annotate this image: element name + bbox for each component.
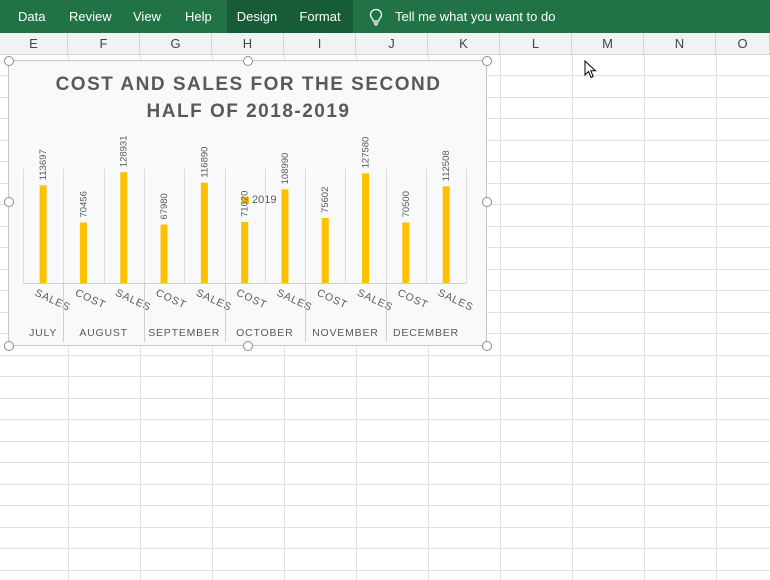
ribbon-tab-bar: Data Review View Help Design Format Tell…: [0, 0, 770, 33]
column-header-o[interactable]: O: [716, 33, 770, 54]
resize-handle-bottom-right[interactable]: [482, 341, 492, 351]
bar[interactable]: [39, 185, 47, 283]
resize-handle-top[interactable]: [243, 56, 253, 66]
bar[interactable]: [442, 186, 450, 283]
category-tick-label: COST: [154, 287, 188, 312]
category-tick-label: COST: [73, 287, 107, 312]
tab-review[interactable]: Review: [69, 0, 112, 33]
resize-handle-bottom[interactable]: [243, 341, 253, 351]
bar[interactable]: [281, 189, 289, 283]
category-tick-label: COST: [315, 287, 349, 312]
data-label: 75602: [320, 187, 331, 213]
resize-handle-top-left[interactable]: [4, 56, 14, 66]
tab-data[interactable]: Data: [18, 0, 45, 33]
data-label: 116890: [199, 147, 210, 178]
column-header-h[interactable]: H: [212, 33, 284, 54]
bar[interactable]: [160, 224, 168, 283]
group-axis-label: NOVEMBER: [312, 327, 379, 339]
data-label: 70456: [78, 191, 89, 217]
category-tick-label: SALES: [33, 287, 72, 314]
resize-handle-top-right[interactable]: [482, 56, 492, 66]
data-label: 112508: [441, 150, 452, 181]
column-header-n[interactable]: N: [644, 33, 716, 54]
chart-area[interactable]: COST AND SALES FOR THE SECOND HALF OF 20…: [8, 60, 487, 346]
column-header-g[interactable]: G: [140, 33, 212, 54]
column-header-k[interactable]: K: [428, 33, 500, 54]
column-header-bar: E F G H I J K L M N O: [0, 33, 770, 55]
tab-design[interactable]: Design: [227, 0, 287, 33]
group-axis-label: JULY: [29, 327, 57, 339]
bar[interactable]: [79, 222, 87, 283]
column-header-m[interactable]: M: [572, 33, 644, 54]
category-tick-label: COST: [234, 287, 268, 312]
lightbulb-icon[interactable]: [368, 8, 384, 26]
data-label: 108990: [280, 153, 291, 185]
data-label: 113697: [38, 149, 49, 180]
plot-area[interactable]: 113697SALES70456COST128931SALES67980COST…: [9, 61, 486, 345]
data-label: 127580: [361, 137, 372, 169]
data-label: 128931: [119, 136, 130, 168]
bar[interactable]: [362, 173, 370, 283]
column-header-l[interactable]: L: [500, 33, 572, 54]
resize-handle-left[interactable]: [4, 197, 14, 207]
category-tick-label: SALES: [436, 287, 475, 314]
resize-handle-bottom-left[interactable]: [4, 341, 14, 351]
mouse-cursor-icon: [584, 60, 597, 79]
group-axis-label: OCTOBER: [236, 327, 293, 339]
group-axis-label: DECEMBER: [393, 327, 459, 339]
tell-me-search[interactable]: Tell me what you want to do: [395, 0, 555, 33]
column-header-j[interactable]: J: [356, 33, 428, 54]
category-tick-label: COST: [396, 287, 430, 312]
column-header-f[interactable]: F: [68, 33, 140, 54]
category-tick-label: SALES: [275, 287, 314, 314]
bar[interactable]: [120, 172, 128, 283]
bar[interactable]: [200, 182, 208, 283]
tab-view[interactable]: View: [133, 0, 161, 33]
data-label: 70500: [401, 191, 412, 217]
tab-format[interactable]: Format: [287, 0, 353, 33]
group-axis-label: AUGUST: [79, 327, 128, 339]
bar[interactable]: [321, 218, 329, 283]
column-header-i[interactable]: I: [284, 33, 356, 54]
bar[interactable]: [241, 221, 249, 283]
category-tick-label: SALES: [194, 287, 233, 314]
category-tick-label: SALES: [355, 287, 394, 314]
resize-handle-right[interactable]: [482, 197, 492, 207]
column-header-e[interactable]: E: [0, 33, 68, 54]
data-label: 71020: [240, 191, 251, 217]
group-axis-label: SEPTEMBER: [148, 327, 220, 339]
bar[interactable]: [402, 222, 410, 283]
tab-help[interactable]: Help: [185, 0, 212, 33]
data-label: 67980: [159, 193, 170, 219]
category-tick-label: SALES: [113, 287, 152, 314]
